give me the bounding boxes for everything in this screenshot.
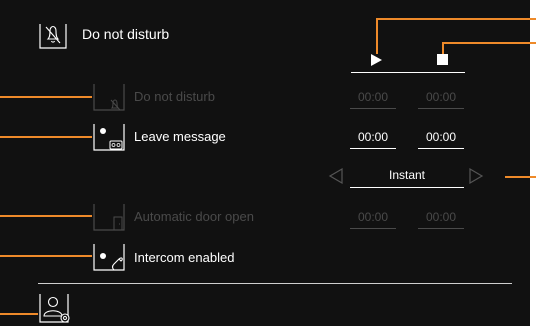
arrow-right-icon[interactable]	[468, 168, 484, 184]
start-time-field[interactable]: 00:00	[350, 130, 396, 144]
callout-line	[0, 215, 92, 217]
start-time-underline	[350, 148, 396, 149]
divider	[38, 283, 512, 284]
page-title: Do not disturb	[82, 26, 170, 42]
end-time-field[interactable]: 00:00	[418, 210, 464, 224]
play-icon[interactable]	[369, 53, 383, 67]
user-settings-icon[interactable]	[38, 292, 74, 324]
option-label-automatic-door-open: Automatic door open	[134, 209, 254, 224]
option-label-do-not-disturb: Do not disturb	[134, 89, 215, 104]
option-label-leave-message: Leave message	[134, 129, 226, 144]
callout-line	[0, 96, 92, 98]
start-time-field[interactable]: 00:00	[350, 90, 396, 104]
stop-icon[interactable]	[436, 53, 449, 66]
callout-line	[442, 42, 536, 44]
door-icon[interactable]	[92, 202, 126, 232]
start-time-underline	[350, 228, 396, 229]
option-label-intercom-enabled: Intercom enabled	[134, 250, 235, 265]
bell-off-icon	[39, 24, 67, 49]
delay-select-value[interactable]: Instant	[362, 168, 452, 182]
handset-icon[interactable]	[92, 242, 126, 272]
end-time-underline	[418, 148, 464, 149]
callout-line	[0, 255, 92, 257]
start-time-field[interactable]: 00:00	[350, 210, 396, 224]
callout-line	[0, 313, 38, 315]
callout-line	[376, 18, 378, 54]
bell-off-icon[interactable]	[92, 82, 126, 112]
callout-line	[0, 136, 92, 138]
callout-line	[442, 42, 444, 54]
end-time-field[interactable]: 00:00	[418, 130, 464, 144]
arrow-left-icon[interactable]	[328, 168, 344, 184]
end-time-field[interactable]: 00:00	[418, 90, 464, 104]
dnd-screen: Do not disturb Do not disturb 00:00 00:0…	[0, 0, 530, 326]
controls-underline	[351, 72, 465, 73]
end-time-underline	[418, 228, 464, 229]
callout-line	[505, 176, 536, 178]
voicemail-icon[interactable]	[92, 122, 126, 152]
end-time-underline	[418, 108, 464, 109]
start-time-underline	[350, 108, 396, 109]
callout-line	[376, 18, 536, 20]
delay-select-underline	[350, 187, 464, 188]
